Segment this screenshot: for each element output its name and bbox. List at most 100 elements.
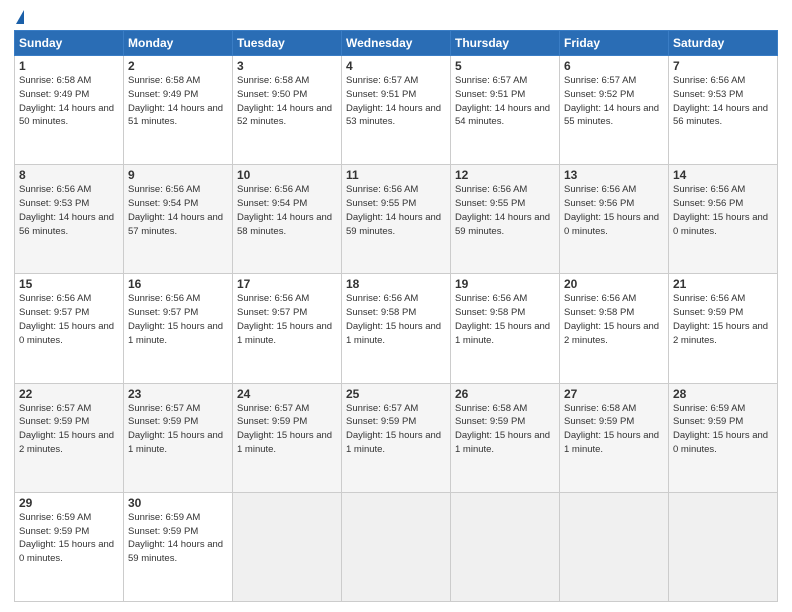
calendar-day-header: Sunday [15,31,124,56]
calendar-week-row: 1 Sunrise: 6:58 AMSunset: 9:49 PMDayligh… [15,56,778,165]
calendar-day-cell: 1 Sunrise: 6:58 AMSunset: 9:49 PMDayligh… [15,56,124,165]
day-info: Sunrise: 6:56 AMSunset: 9:54 PMDaylight:… [237,184,332,236]
calendar-day-cell: 21 Sunrise: 6:56 AMSunset: 9:59 PMDaylig… [669,274,778,383]
calendar-day-header: Monday [124,31,233,56]
day-number: 3 [237,59,337,73]
day-info: Sunrise: 6:57 AMSunset: 9:59 PMDaylight:… [19,403,114,455]
day-info: Sunrise: 6:57 AMSunset: 9:59 PMDaylight:… [237,403,332,455]
day-info: Sunrise: 6:59 AMSunset: 9:59 PMDaylight:… [673,403,768,455]
day-info: Sunrise: 6:58 AMSunset: 9:59 PMDaylight:… [564,403,659,455]
day-info: Sunrise: 6:56 AMSunset: 9:57 PMDaylight:… [19,293,114,345]
day-info: Sunrise: 6:58 AMSunset: 9:49 PMDaylight:… [19,75,114,127]
day-number: 4 [346,59,446,73]
calendar-day-cell: 3 Sunrise: 6:58 AMSunset: 9:50 PMDayligh… [233,56,342,165]
calendar-empty-cell [233,492,342,601]
day-number: 20 [564,277,664,291]
day-info: Sunrise: 6:56 AMSunset: 9:53 PMDaylight:… [673,75,768,127]
calendar-week-row: 15 Sunrise: 6:56 AMSunset: 9:57 PMDaylig… [15,274,778,383]
calendar-day-header: Thursday [451,31,560,56]
calendar-week-row: 8 Sunrise: 6:56 AMSunset: 9:53 PMDayligh… [15,165,778,274]
day-number: 28 [673,387,773,401]
header [14,10,778,24]
day-number: 7 [673,59,773,73]
calendar-empty-cell [342,492,451,601]
calendar-day-cell: 6 Sunrise: 6:57 AMSunset: 9:52 PMDayligh… [560,56,669,165]
day-info: Sunrise: 6:56 AMSunset: 9:57 PMDaylight:… [128,293,223,345]
day-info: Sunrise: 6:57 AMSunset: 9:51 PMDaylight:… [346,75,441,127]
calendar-day-cell: 2 Sunrise: 6:58 AMSunset: 9:49 PMDayligh… [124,56,233,165]
day-info: Sunrise: 6:56 AMSunset: 9:58 PMDaylight:… [564,293,659,345]
day-number: 15 [19,277,119,291]
day-info: Sunrise: 6:56 AMSunset: 9:59 PMDaylight:… [673,293,768,345]
day-info: Sunrise: 6:56 AMSunset: 9:57 PMDaylight:… [237,293,332,345]
day-number: 14 [673,168,773,182]
day-info: Sunrise: 6:56 AMSunset: 9:55 PMDaylight:… [346,184,441,236]
calendar-day-cell: 12 Sunrise: 6:56 AMSunset: 9:55 PMDaylig… [451,165,560,274]
calendar-day-header: Wednesday [342,31,451,56]
day-number: 27 [564,387,664,401]
calendar-table: SundayMondayTuesdayWednesdayThursdayFrid… [14,30,778,602]
calendar-day-header: Saturday [669,31,778,56]
calendar-day-cell: 22 Sunrise: 6:57 AMSunset: 9:59 PMDaylig… [15,383,124,492]
calendar-day-cell: 7 Sunrise: 6:56 AMSunset: 9:53 PMDayligh… [669,56,778,165]
calendar-week-row: 29 Sunrise: 6:59 AMSunset: 9:59 PMDaylig… [15,492,778,601]
day-number: 2 [128,59,228,73]
calendar-day-cell: 11 Sunrise: 6:56 AMSunset: 9:55 PMDaylig… [342,165,451,274]
day-number: 21 [673,277,773,291]
calendar-day-cell: 19 Sunrise: 6:56 AMSunset: 9:58 PMDaylig… [451,274,560,383]
calendar-header-row: SundayMondayTuesdayWednesdayThursdayFrid… [15,31,778,56]
logo [14,10,24,24]
day-number: 9 [128,168,228,182]
calendar-day-cell: 27 Sunrise: 6:58 AMSunset: 9:59 PMDaylig… [560,383,669,492]
day-number: 8 [19,168,119,182]
calendar-day-header: Friday [560,31,669,56]
calendar-day-cell: 26 Sunrise: 6:58 AMSunset: 9:59 PMDaylig… [451,383,560,492]
calendar-week-row: 22 Sunrise: 6:57 AMSunset: 9:59 PMDaylig… [15,383,778,492]
calendar-day-cell: 15 Sunrise: 6:56 AMSunset: 9:57 PMDaylig… [15,274,124,383]
day-info: Sunrise: 6:59 AMSunset: 9:59 PMDaylight:… [19,512,114,564]
calendar-day-cell: 13 Sunrise: 6:56 AMSunset: 9:56 PMDaylig… [560,165,669,274]
day-info: Sunrise: 6:57 AMSunset: 9:59 PMDaylight:… [128,403,223,455]
day-number: 16 [128,277,228,291]
day-number: 17 [237,277,337,291]
day-info: Sunrise: 6:56 AMSunset: 9:56 PMDaylight:… [673,184,768,236]
day-number: 18 [346,277,446,291]
calendar-day-cell: 4 Sunrise: 6:57 AMSunset: 9:51 PMDayligh… [342,56,451,165]
day-number: 12 [455,168,555,182]
day-number: 19 [455,277,555,291]
page: SundayMondayTuesdayWednesdayThursdayFrid… [0,0,792,612]
calendar-day-cell: 29 Sunrise: 6:59 AMSunset: 9:59 PMDaylig… [15,492,124,601]
calendar-day-cell: 18 Sunrise: 6:56 AMSunset: 9:58 PMDaylig… [342,274,451,383]
calendar-day-cell: 23 Sunrise: 6:57 AMSunset: 9:59 PMDaylig… [124,383,233,492]
day-number: 24 [237,387,337,401]
day-info: Sunrise: 6:56 AMSunset: 9:55 PMDaylight:… [455,184,550,236]
day-info: Sunrise: 6:56 AMSunset: 9:58 PMDaylight:… [455,293,550,345]
calendar-day-cell: 14 Sunrise: 6:56 AMSunset: 9:56 PMDaylig… [669,165,778,274]
day-number: 25 [346,387,446,401]
day-info: Sunrise: 6:57 AMSunset: 9:52 PMDaylight:… [564,75,659,127]
calendar-day-cell: 30 Sunrise: 6:59 AMSunset: 9:59 PMDaylig… [124,492,233,601]
day-number: 11 [346,168,446,182]
calendar-day-cell: 20 Sunrise: 6:56 AMSunset: 9:58 PMDaylig… [560,274,669,383]
calendar-day-cell: 17 Sunrise: 6:56 AMSunset: 9:57 PMDaylig… [233,274,342,383]
calendar-day-cell: 25 Sunrise: 6:57 AMSunset: 9:59 PMDaylig… [342,383,451,492]
calendar-day-cell: 9 Sunrise: 6:56 AMSunset: 9:54 PMDayligh… [124,165,233,274]
calendar-day-cell: 5 Sunrise: 6:57 AMSunset: 9:51 PMDayligh… [451,56,560,165]
day-number: 23 [128,387,228,401]
day-info: Sunrise: 6:58 AMSunset: 9:50 PMDaylight:… [237,75,332,127]
calendar-day-cell: 24 Sunrise: 6:57 AMSunset: 9:59 PMDaylig… [233,383,342,492]
day-number: 26 [455,387,555,401]
logo-triangle-icon [16,10,24,24]
calendar-day-cell: 28 Sunrise: 6:59 AMSunset: 9:59 PMDaylig… [669,383,778,492]
day-info: Sunrise: 6:57 AMSunset: 9:51 PMDaylight:… [455,75,550,127]
day-number: 10 [237,168,337,182]
calendar-empty-cell [451,492,560,601]
day-number: 13 [564,168,664,182]
day-info: Sunrise: 6:57 AMSunset: 9:59 PMDaylight:… [346,403,441,455]
day-info: Sunrise: 6:58 AMSunset: 9:59 PMDaylight:… [455,403,550,455]
day-number: 6 [564,59,664,73]
day-info: Sunrise: 6:59 AMSunset: 9:59 PMDaylight:… [128,512,223,564]
day-info: Sunrise: 6:58 AMSunset: 9:49 PMDaylight:… [128,75,223,127]
day-info: Sunrise: 6:56 AMSunset: 9:53 PMDaylight:… [19,184,114,236]
calendar-day-cell: 16 Sunrise: 6:56 AMSunset: 9:57 PMDaylig… [124,274,233,383]
